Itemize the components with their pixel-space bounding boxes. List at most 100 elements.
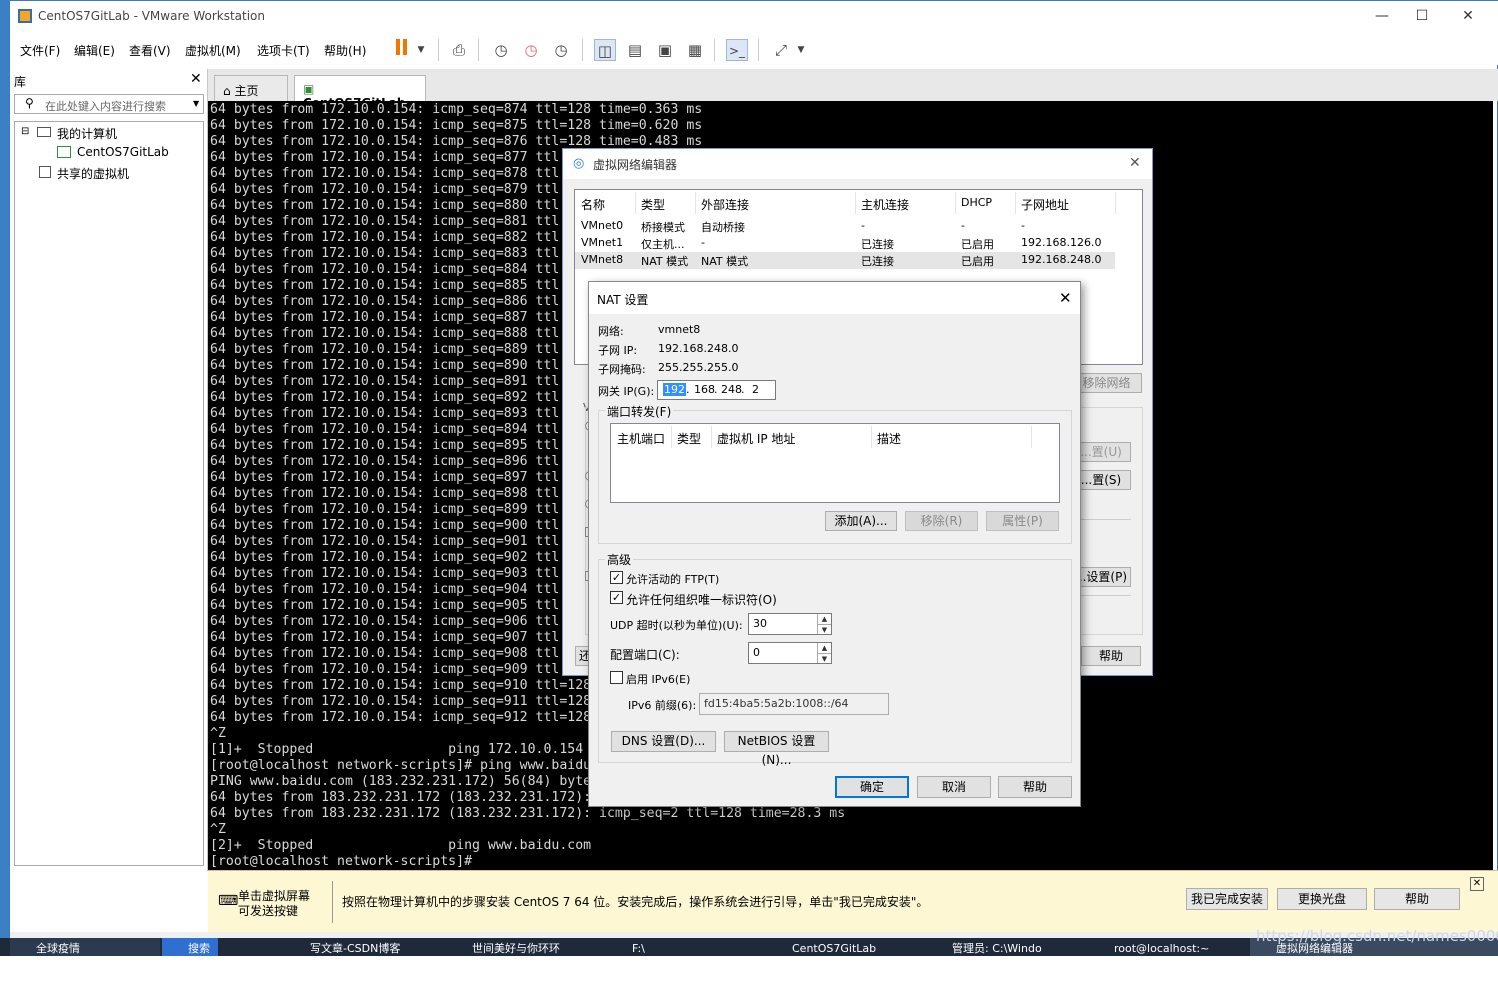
revert-snapshot-icon[interactable]: ◷ [520, 39, 542, 61]
properties-button[interactable]: 属性(P) [986, 511, 1059, 531]
fullscreen-icon[interactable]: ▣ [654, 39, 676, 61]
send-keys-icon[interactable]: ⎙ [448, 39, 470, 61]
taskbar-item[interactable]: 管理员: C:\Windo [926, 938, 1076, 956]
cell: 已连接 [861, 255, 894, 268]
menu-vm[interactable]: 虚拟机(M) [185, 42, 241, 59]
desktop-edge [0, 0, 9, 956]
console-view-icon[interactable]: >_ [726, 39, 748, 61]
column-header[interactable]: 外部连接 [701, 196, 749, 213]
collapse-icon[interactable]: ⊟ [21, 126, 29, 137]
unity-icon[interactable]: ▦ [684, 39, 706, 61]
udp-timeout-input[interactable]: 30 ▲ ▼ [748, 613, 832, 635]
vne-help-button[interactable]: 帮助 [1081, 646, 1141, 666]
taskbar-item[interactable]: 全球疫情 [10, 938, 160, 956]
spin-down-icon[interactable]: ▼ [817, 653, 831, 663]
change-disc-button[interactable]: 更换光盘 [1277, 888, 1367, 910]
cancel-button[interactable]: 取消 [917, 776, 991, 798]
ip-octet[interactable]: 192 [663, 383, 686, 396]
table-row[interactable]: VMnet1 仅主机... - 已连接 已启用 192.168.126.0 [575, 235, 1142, 252]
column-header[interactable]: 虚拟机 IP 地址 [717, 430, 795, 447]
divider [332, 881, 333, 923]
subnet-ip-label: 子网 IP: [598, 344, 638, 357]
netbios-settings-button[interactable]: NetBIOS 设置(N)... [724, 731, 829, 767]
dns-settings-button[interactable]: DNS 设置(D)... [611, 731, 716, 752]
column-header[interactable]: 子网地址 [1021, 196, 1069, 213]
allow-ftp-checkbox[interactable]: ✓ [610, 571, 623, 584]
close-icon[interactable]: ✕ [1129, 155, 1141, 171]
spin-up-icon[interactable]: ▲ [817, 643, 831, 653]
taskbar-item[interactable]: root@localhost:~ [1088, 938, 1238, 956]
dialog-title-bar: NAT 设置 ✕ [589, 282, 1080, 314]
close-icon[interactable]: ✕ [1059, 289, 1072, 307]
install-done-button[interactable]: 我已完成安装 [1186, 888, 1268, 910]
ipv6-prefix-input[interactable]: fd15:4ba5:5a2b:1008::/64 [699, 693, 889, 715]
pause-icon[interactable] [390, 39, 412, 61]
library-view-icon[interactable]: ◫ [594, 39, 616, 61]
spin-up-icon[interactable]: ▲ [817, 614, 831, 624]
toolbar-separator [714, 39, 715, 61]
add-button[interactable]: 添加(A)... [825, 511, 897, 531]
spin-down-icon[interactable]: ▼ [817, 624, 831, 634]
table-row[interactable]: VMnet0 桥接模式 自动桥接 - - - [575, 218, 1142, 235]
tree-item-my-computer[interactable]: 我的计算机 [57, 125, 117, 142]
menu-view[interactable]: 查看(V) [129, 42, 171, 59]
dialog-title-bar: ◎ 虚拟网络编辑器 ✕ [563, 149, 1152, 179]
cell: 192.168.126.0 [1021, 236, 1102, 249]
library-search-input[interactable]: ⚲ 在此处键入内容进行搜索 ▼ [14, 94, 204, 114]
config-port-value: 0 [753, 646, 760, 659]
column-header[interactable]: 主机连接 [861, 196, 909, 213]
column-header[interactable]: DHCP [961, 196, 992, 209]
dialog-title: 虚拟网络编辑器 [593, 158, 678, 172]
column-divider [635, 192, 636, 214]
config-port-label: 配置端口(C): [610, 648, 680, 662]
hint-help-button[interactable]: 帮助 [1374, 888, 1460, 910]
chevron-down-icon[interactable]: ▼ [193, 99, 199, 108]
help-button[interactable]: 帮助 [998, 776, 1072, 798]
thumbnail-bar-icon[interactable]: ▤ [624, 39, 646, 61]
port-forwarding-title: 端口转发(F) [605, 403, 674, 420]
menu-help[interactable]: 帮助(H) [324, 42, 366, 59]
ok-button[interactable]: 确定 [835, 776, 909, 798]
chevron-down-icon[interactable]: ▼ [410, 39, 432, 61]
column-header[interactable]: 主机端口 [617, 430, 665, 447]
menu-tabs[interactable]: 选项卡(T) [257, 42, 310, 59]
close-icon[interactable]: ✕ [190, 71, 202, 87]
remove-network-button[interactable]: 移除网络(A)... [1071, 373, 1142, 393]
remove-button[interactable]: 移除(R) [905, 511, 978, 531]
column-header[interactable]: 类型 [677, 430, 701, 447]
vmware-logo-icon [18, 9, 32, 23]
toolbar-separator [758, 39, 759, 61]
port-forwarding-list[interactable]: 主机端口 类型 虚拟机 IP 地址 描述 [610, 423, 1060, 503]
tree-item-vm[interactable]: CentOS7GitLab [77, 145, 169, 159]
cell: - [861, 219, 865, 232]
ip-octet[interactable]: 168 [694, 383, 715, 396]
taskbar-item[interactable]: F:\ [606, 938, 756, 956]
menu-edit[interactable]: 编辑(E) [74, 42, 115, 59]
snapshot-icon[interactable]: ◷ [490, 39, 512, 61]
maximize-icon[interactable]: ☐ [1402, 5, 1442, 27]
gateway-ip-input[interactable]: 192 . 168 . 248 . 2 [657, 380, 776, 400]
taskbar-item[interactable]: 写文章-CSDN博客 [284, 938, 434, 956]
close-icon[interactable]: ✕ [1470, 877, 1484, 891]
stretch-icon[interactable]: ⤢ [770, 39, 792, 61]
taskbar-item[interactable]: CentOS7GitLab [766, 938, 916, 956]
table-row-selected[interactable]: VMnet8 NAT 模式 NAT 模式 已连接 已启用 192.168.248… [575, 252, 1115, 269]
chevron-down-icon[interactable]: ▼ [790, 39, 812, 61]
tree-item-shared[interactable]: 共享的虚拟机 [57, 165, 129, 182]
snapshot-manager-icon[interactable]: ◷ [550, 39, 572, 61]
taskbar-search[interactable]: 搜索一下 [162, 938, 218, 977]
close-icon[interactable]: ✕ [1448, 5, 1488, 27]
enable-ipv6-checkbox[interactable] [610, 671, 623, 684]
menu-file[interactable]: 文件(F) [20, 42, 60, 59]
taskbar-item[interactable]: 世间美好与你环环 [446, 938, 596, 956]
config-port-input[interactable]: 0 ▲ ▼ [748, 642, 832, 664]
allow-oui-checkbox[interactable]: ✓ [610, 591, 623, 604]
column-header[interactable]: 描述 [877, 430, 901, 447]
ip-octet[interactable]: 2 [752, 383, 759, 396]
column-header[interactable]: 类型 [641, 196, 665, 213]
tab-home[interactable]: ⌂ 主页 ✕ [214, 75, 288, 113]
tab-vm[interactable]: ▣ CentOS7GitLab ✕ [294, 75, 426, 124]
minimize-icon[interactable]: — [1362, 5, 1402, 27]
column-header[interactable]: 名称 [581, 196, 605, 213]
ip-octet[interactable]: 248 [721, 383, 742, 396]
